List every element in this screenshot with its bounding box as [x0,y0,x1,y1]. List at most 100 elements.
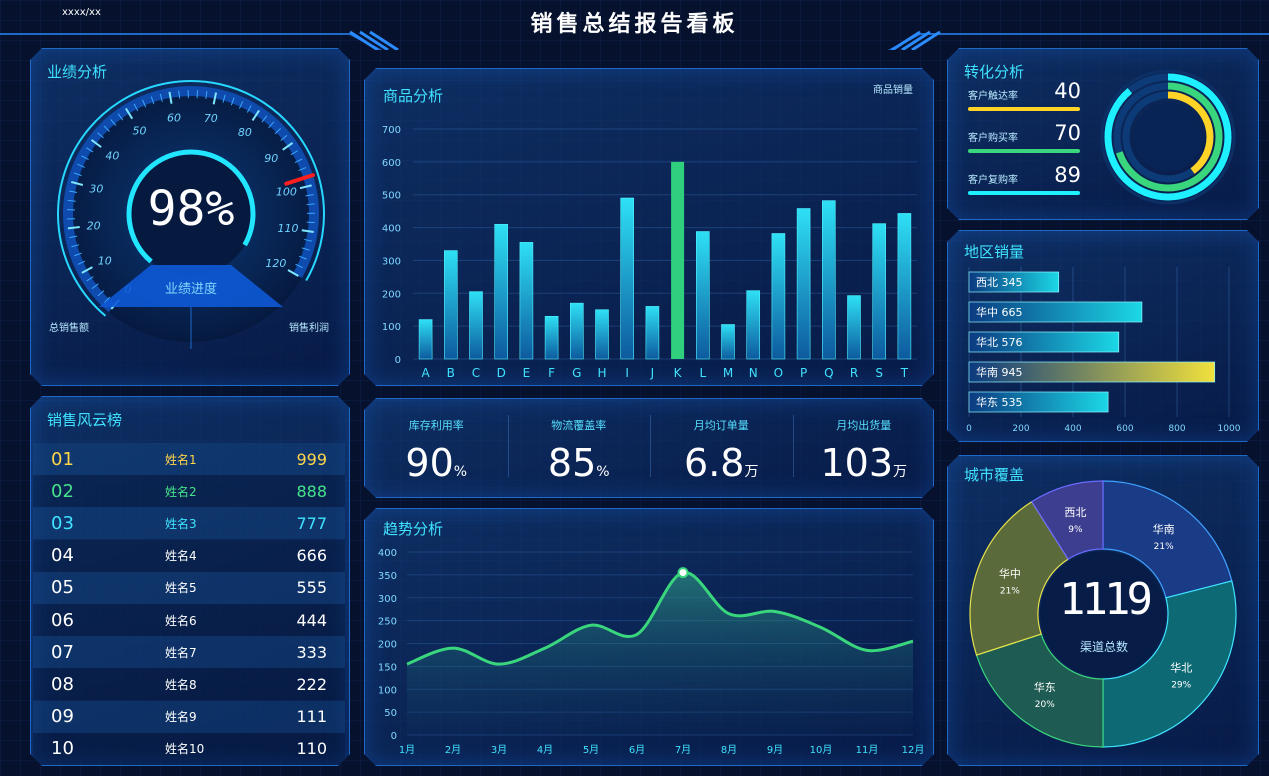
kpi-value: 85 [547,443,597,479]
product-x-tick: S [875,366,883,380]
rank-name: 姓名2 [165,484,197,499]
rank-number: 07 [51,641,74,663]
trend-panel: 趋势分析 0 50 100 150 200 250 300 350 400 1月 2月 3月 4月 5月 6… [364,508,934,766]
ranking-row: 08 姓名8 222 [33,668,345,700]
region-bar-label: 华北 576 [976,335,1023,349]
rank-name: 姓名10 [165,742,205,757]
rank-number: 03 [51,512,74,534]
trend-x-tick: 11月 [856,744,879,756]
rank-value: 888 [296,481,327,501]
rank-name: 姓名3 [165,516,197,531]
rank-value: 777 [296,513,327,533]
rank-number: 04 [51,545,74,567]
kpi-card: 月均订单量 6.8万 [650,399,793,497]
trend-y-tick: 150 [378,662,397,673]
product-x-tick: M [723,366,733,380]
gauge-tick-label: 60 [167,111,181,124]
gauge-tick-label: 120 [265,257,286,270]
rank-number: 01 [51,448,74,470]
product-y-tick: 700 [382,125,401,136]
product-x-tick: N [749,366,758,380]
trend-y-tick: 0 [391,731,397,742]
rank-value: 444 [296,610,327,630]
sales-profit-label: 销售利润 [289,323,329,334]
ranking-row: 09 姓名9 111 [33,701,345,733]
product-bar [696,232,709,359]
rank-name: 姓名5 [165,581,197,596]
kpi-value-wrap: 6.8万 [650,443,793,479]
product-bar [520,242,533,359]
product-x-tick: T [900,366,909,380]
city-center-value: 1119 [1059,574,1149,625]
ranking-panel: 销售风云榜 01 姓名1 999 02 姓名2 888 03 姓名3 777 04 姓名4 666 05… [30,396,350,766]
kpi-value-wrap: 103万 [793,443,936,479]
kpi-label: 物流覆盖率 [551,419,607,432]
trend-area-chart: 0 50 100 150 200 250 300 350 400 1月 2月 3月 4月 5月 6月 7月 8月… [365,509,935,767]
city-slice-pct: 29% [1171,681,1191,691]
product-y-tick: 500 [382,191,401,202]
trend-x-tick: 2月 [445,744,461,756]
kpi-label: 库存利用率 [408,419,464,432]
region-bar-label: 华中 665 [976,305,1023,319]
city-panel: 城市覆盖 华南 21% 华北 29% 华东 20% 华中 21% 西北 9% 1119 渠道总数 [947,455,1259,766]
trend-y-tick: 350 [378,571,397,582]
product-bar-chart: 0 100 200 300 400 500 600 700 A B C D E F G H I J K L M N O P Q R… [365,69,935,387]
gauge-tick-label: 40 [105,149,119,162]
trend-x-tick: 3月 [491,744,507,756]
total-sales-label: 总销售额 [49,323,89,334]
trend-x-tick: 8月 [721,744,737,756]
kpi-label: 月均出货量 [836,419,892,432]
product-x-tick: K [674,366,683,380]
region-x-tick: 400 [1064,424,1081,434]
region-x-tick: 1000 [1218,424,1241,434]
conversion-ring-chart [948,49,1260,221]
kpi-card: 库存利用率 90% [365,399,508,497]
rank-value: 666 [296,546,327,566]
city-slice-label: 西北 [1064,506,1086,519]
product-y-tick: 600 [382,158,401,169]
product-y-tick: 0 [395,355,401,366]
product-x-tick: H [597,366,606,380]
product-bar [570,303,583,359]
trend-x-tick: 7月 [675,744,691,756]
product-bar [545,316,558,359]
kpi-card: 物流覆盖率 85% [508,399,651,497]
rank-value: 110 [296,739,327,759]
rank-value: 222 [296,674,327,694]
rank-number: 09 [51,706,74,728]
product-x-tick: A [421,366,430,380]
performance-panel: 业绩分析 0102030405060708090100110120 98% 业绩… [30,48,350,386]
trend-x-tick: 4月 [537,744,553,756]
product-x-tick: I [625,366,629,380]
ranking-row: 10 姓名10 110 [33,733,345,765]
trend-y-tick: 50 [384,708,397,719]
city-center-label: 渠道总数 [1079,640,1128,654]
trend-x-tick: 1月 [399,744,415,756]
product-bar [772,233,785,359]
product-bar [671,162,684,359]
kpi-separator [508,415,509,477]
trend-x-tick: 6月 [629,744,645,756]
gauge-tick-label: 90 [264,152,278,165]
kpi-value: 6.8 [684,443,745,479]
city-slice-pct: 9% [1068,525,1083,535]
city-slice-label: 华南 [1153,522,1175,536]
product-y-tick: 400 [382,224,401,235]
product-x-tick: D [497,366,506,380]
ranking-row: 01 姓名1 999 [33,443,345,475]
rank-number: 08 [51,673,74,695]
trend-y-tick: 250 [378,617,397,628]
kpi-value-wrap: 85% [508,443,651,479]
product-bar [873,224,886,359]
gauge-tick-label: 70 [204,112,218,125]
product-panel: 商品分析 商品销量 0 100 200 300 400 500 600 700 A B C D E F G H… [364,68,934,386]
kpi-unit: % [453,464,468,479]
product-bar [495,224,508,359]
kpi-separator [793,415,794,477]
trend-y-tick: 200 [378,640,397,651]
kpi-unit: 万 [744,464,759,479]
product-x-tick: C [472,366,480,380]
region-panel: 地区销量 0 200 400 600 800 1000 西北 345 华中 665 华北 576… [947,230,1259,442]
trend-x-tick: 5月 [583,744,599,756]
kpi-card: 月均出货量 103万 [793,399,936,497]
